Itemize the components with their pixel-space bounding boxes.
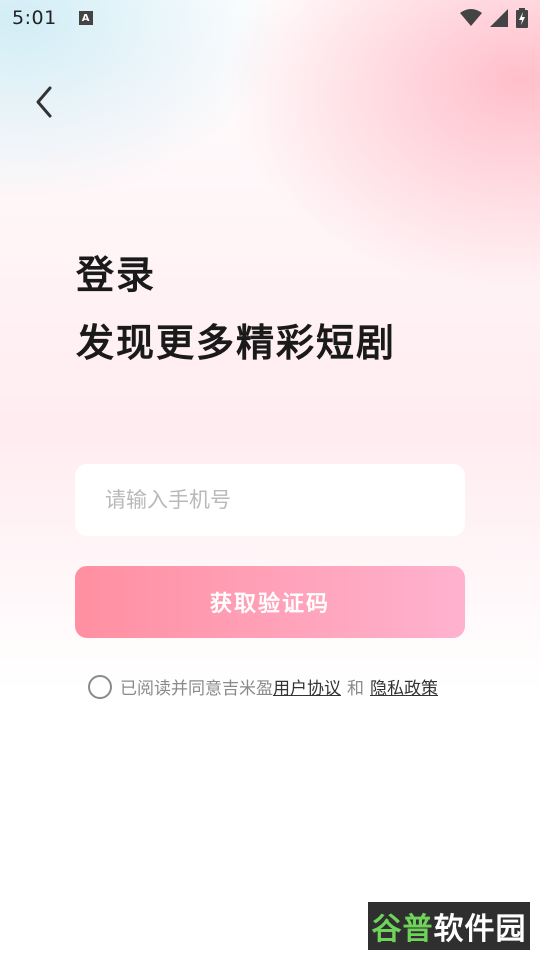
back-button[interactable] — [26, 82, 62, 122]
agreement-checkbox[interactable] — [88, 674, 112, 699]
watermark-part2: 软件园 — [433, 912, 527, 947]
user-agreement-link[interactable]: 用户协议 — [273, 674, 341, 699]
notification-icon: A — [78, 11, 93, 25]
page-title: 登录 — [76, 253, 157, 297]
watermark-logo: 谷普 软件园 — [368, 902, 530, 950]
status-time: 5:01 — [12, 7, 57, 29]
battery-charging-icon — [516, 8, 528, 28]
wifi-icon — [460, 9, 482, 26]
agreement-row: 已阅读并同意吉米盈 用户协议 和 隐私政策 — [88, 674, 438, 699]
status-bar: 5:01 A — [0, 0, 540, 36]
chevron-left-icon — [36, 86, 52, 118]
phone-input[interactable] — [105, 488, 435, 512]
get-code-button[interactable]: 获取验证码 — [75, 566, 465, 638]
page-subtitle: 发现更多精彩短剧 — [76, 321, 397, 365]
phone-input-container — [75, 464, 465, 536]
agreement-and: 和 — [347, 679, 364, 699]
watermark-part1: 谷普 — [371, 912, 434, 947]
agreement-prefix: 已阅读并同意吉米盈 — [120, 679, 273, 699]
signal-icon — [490, 9, 508, 27]
status-icons — [460, 8, 528, 28]
privacy-policy-link[interactable]: 隐私政策 — [370, 674, 438, 699]
